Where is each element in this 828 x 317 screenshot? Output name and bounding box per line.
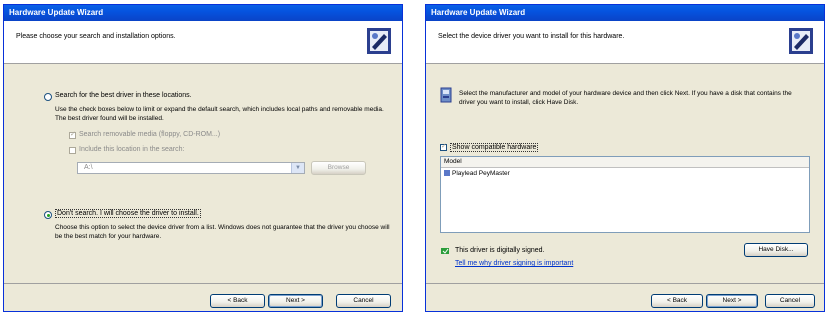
window-title: Hardware Update Wizard xyxy=(4,5,402,21)
search-description: Use the check boxes below to limit or ex… xyxy=(55,106,384,122)
include-location-checkbox[interactable] xyxy=(69,147,76,154)
list-item[interactable]: Playlead PeyMaster xyxy=(444,170,510,177)
dont-search-description: Choose this option to select the device … xyxy=(55,224,390,240)
browse-button[interactable]: Browse xyxy=(311,161,366,175)
driver-signing-link[interactable]: Tell me why driver signing is important xyxy=(455,260,573,267)
device-icon xyxy=(444,170,450,177)
signed-text: This driver is digitally signed. xyxy=(455,247,545,254)
hardware-wizard-icon xyxy=(789,28,813,54)
search-options-wizard-window: Hardware Update Wizard Please choose you… xyxy=(3,4,403,312)
location-value: A:\ xyxy=(84,164,93,171)
show-compatible-checkbox[interactable] xyxy=(440,142,447,151)
header-text: Please choose your search and installati… xyxy=(16,33,176,40)
search-removable-media-checkbox[interactable] xyxy=(69,130,76,139)
back-button[interactable]: < Back xyxy=(210,294,265,308)
model-item-label: Playlead PeyMaster xyxy=(452,170,510,177)
have-disk-button[interactable]: Have Disk... xyxy=(744,243,808,257)
signed-driver-icon xyxy=(441,248,449,254)
chevron-down-icon[interactable]: ▼ xyxy=(291,163,304,173)
select-driver-wizard-window: Hardware Update Wizard Select the device… xyxy=(425,4,825,312)
back-button[interactable]: < Back xyxy=(651,294,703,308)
location-combo[interactable]: A:\ ▼ xyxy=(77,162,305,174)
footer-separator xyxy=(426,283,824,284)
search-best-driver-radio[interactable] xyxy=(44,93,52,101)
info-text: Select the manufacturer and model of you… xyxy=(459,90,792,106)
next-button[interactable]: Next > xyxy=(268,294,323,308)
search-best-driver-label: Search for the best driver in these loca… xyxy=(55,92,192,99)
next-button[interactable]: Next > xyxy=(706,294,758,308)
cancel-button[interactable]: Cancel xyxy=(765,294,815,308)
dont-search-label: Don't search. I will choose the driver t… xyxy=(55,209,201,218)
wizard-header: Please choose your search and installati… xyxy=(4,21,402,64)
show-compatible-label: Show compatible hardware xyxy=(450,143,539,152)
cancel-button[interactable]: Cancel xyxy=(336,294,391,308)
hardware-wizard-icon xyxy=(367,28,391,54)
dont-search-radio[interactable] xyxy=(44,211,52,219)
wizard-header: Select the device driver you want to ins… xyxy=(426,21,824,64)
include-location-label: Include this location in the search: xyxy=(79,146,185,153)
hardware-device-icon xyxy=(440,87,452,103)
model-listbox[interactable]: Model Playlead PeyMaster xyxy=(440,156,810,233)
footer-separator xyxy=(4,283,402,284)
search-removable-media-label: Search removable media (floppy, CD-ROM..… xyxy=(79,131,221,138)
header-text: Select the device driver you want to ins… xyxy=(438,33,625,40)
window-title: Hardware Update Wizard xyxy=(426,5,824,21)
column-header-model[interactable]: Model xyxy=(441,157,809,168)
